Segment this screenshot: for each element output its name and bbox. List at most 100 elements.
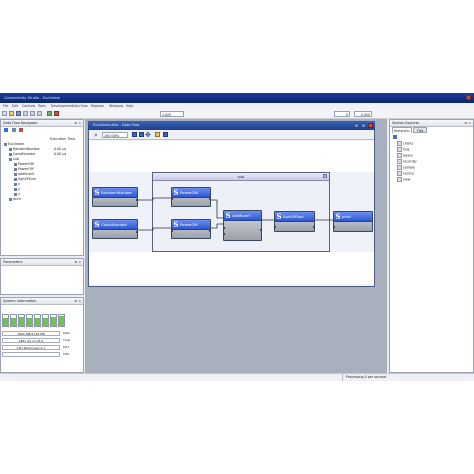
node-icon: [9, 197, 12, 201]
memory-readout: 1881 MB/2128 MB: [2, 331, 60, 336]
cpu-readout: [2, 352, 60, 357]
value-input-1[interactable]: 0: [334, 111, 350, 117]
copy-icon[interactable]: [30, 111, 35, 116]
zoom-out-icon[interactable]: [139, 132, 144, 137]
input-port[interactable]: [223, 227, 225, 229]
zoom-input[interactable]: 1.000: [160, 111, 184, 117]
collapse-icon[interactable]: [19, 128, 23, 132]
parameters-title: Parameters: [1, 259, 83, 266]
node-icon: [14, 177, 17, 181]
s-logo-icon: S: [94, 188, 100, 197]
node-const-number[interactable]: S ConstNumber: [92, 219, 138, 239]
cpu-core-fill: [11, 318, 16, 326]
zoom-select[interactable]: 100.00%: [102, 132, 128, 138]
folder-icon: [397, 147, 402, 152]
title-bar[interactable]: Connectivity Studio - Euclidiam: [0, 93, 474, 103]
tree-item[interactable]: view: [397, 177, 411, 182]
station-explorer-tabs: Hierarchic Flat: [391, 127, 472, 133]
expand-icon[interactable]: [12, 128, 16, 132]
output-port[interactable]: [209, 230, 211, 232]
document-title-bar[interactable]: Euclidiam.dfsx - Data Flow: [88, 121, 375, 130]
value-input-2[interactable]: 0.000: [354, 111, 372, 117]
save-icon[interactable]: [16, 111, 21, 116]
node-icon: [9, 152, 12, 156]
output-port[interactable]: [136, 231, 138, 233]
tree-item[interactable]: print: [9, 197, 21, 202]
close-icon[interactable]: [368, 123, 373, 128]
tree-item[interactable]: recorder: [397, 159, 417, 164]
status-bar: Processing 0 per second: [0, 373, 474, 381]
pin-icon[interactable]: ⊞ ×: [75, 120, 81, 126]
fit-to-window-icon[interactable]: ✥: [145, 131, 151, 139]
node-header: S PowerOfY: [172, 220, 210, 230]
tree-item[interactable]: img: [397, 147, 409, 152]
folder-icon: [397, 177, 402, 182]
close-icon[interactable]: [466, 95, 471, 100]
cpu-core-fill: [35, 317, 40, 326]
input-port[interactable]: [171, 230, 173, 232]
s-logo-icon: S: [173, 188, 179, 197]
minimize-icon[interactable]: [354, 123, 359, 128]
node-header: S ConstNumber: [93, 220, 137, 230]
time-label: Time: [63, 338, 71, 342]
pin-icon[interactable]: ⊞ ×: [465, 120, 471, 126]
pin-icon[interactable]: ⊞ ×: [75, 298, 81, 304]
tree-item[interactable]: sample: [397, 165, 415, 170]
cut-icon[interactable]: [23, 111, 28, 116]
cpu-core-fill: [59, 315, 64, 326]
pin-icon[interactable]: ⊞ ×: [75, 259, 81, 265]
s-logo-icon: S: [276, 212, 282, 221]
output-port[interactable]: [260, 229, 262, 231]
output-port[interactable]: [209, 198, 211, 200]
node-power-of-y[interactable]: S PowerOfY: [171, 219, 211, 239]
input-port[interactable]: [223, 233, 225, 235]
node-print[interactable]: Sprint: [333, 211, 373, 232]
output-port[interactable]: [136, 199, 138, 201]
maximize-icon[interactable]: [361, 123, 366, 128]
tree-item[interactable]: layers: [397, 153, 413, 158]
stop-icon[interactable]: [54, 111, 59, 116]
open-folder-icon[interactable]: [155, 132, 160, 137]
zoom-icon[interactable]: ⌕: [94, 131, 98, 139]
refresh-icon[interactable]: [4, 128, 8, 132]
status-text: Processing 0 per second: [342, 374, 402, 381]
output-port[interactable]: [313, 226, 315, 228]
cpu-core-meter: [50, 314, 57, 327]
cpu-core-fill: [19, 317, 24, 326]
open-icon[interactable]: [9, 111, 14, 116]
node-sqrt-of-sum[interactable]: S SqrtOfSum: [274, 211, 315, 232]
data-flow-navigator-title: Data Flow Navigator: [1, 120, 83, 127]
input-port[interactable]: [333, 226, 335, 228]
tab-hierarchic[interactable]: Hierarchic: [392, 127, 412, 133]
navigator-toolbar: [2, 127, 82, 134]
tree-item[interactable]: charts: [397, 141, 413, 146]
node-icon: [14, 167, 17, 171]
performance-readout: CPU Performance 1: [2, 345, 60, 350]
parameters-panel: Parameters ⊞ ×: [0, 258, 84, 295]
cpu-core-fill: [3, 317, 8, 326]
station-root-icon[interactable]: [393, 135, 397, 139]
cpu-core-meter: [10, 314, 17, 327]
node-add-num[interactable]: S AddNumY: [223, 210, 262, 241]
tree-item[interactable]: source: [397, 171, 414, 176]
station-explorer-title: Station Explorer: [390, 120, 473, 127]
performance-label: Perf: [63, 345, 69, 349]
folder-icon: [397, 165, 402, 170]
new-icon[interactable]: [2, 111, 7, 116]
link-random-powx: [138, 197, 171, 201]
node-random-number[interactable]: S RandomNumber: [92, 187, 138, 207]
node-icon: [9, 147, 12, 151]
input-port[interactable]: [274, 226, 276, 228]
execution-time-header: Execution Time: [50, 137, 76, 141]
input-port[interactable]: [171, 198, 173, 200]
run-icon[interactable]: [47, 111, 52, 116]
s-logo-icon: S: [173, 220, 179, 229]
zoom-in-icon[interactable]: [132, 132, 137, 137]
cpu-core-fill: [51, 317, 56, 326]
node-header: S SqrtOfSum: [275, 212, 314, 222]
tab-flat[interactable]: Flat: [413, 127, 427, 133]
cpu-core-meter: [18, 314, 25, 327]
export-icon[interactable]: [163, 132, 168, 137]
node-power-of-x[interactable]: S PowerOfX: [171, 187, 211, 207]
paste-icon[interactable]: [37, 111, 42, 116]
